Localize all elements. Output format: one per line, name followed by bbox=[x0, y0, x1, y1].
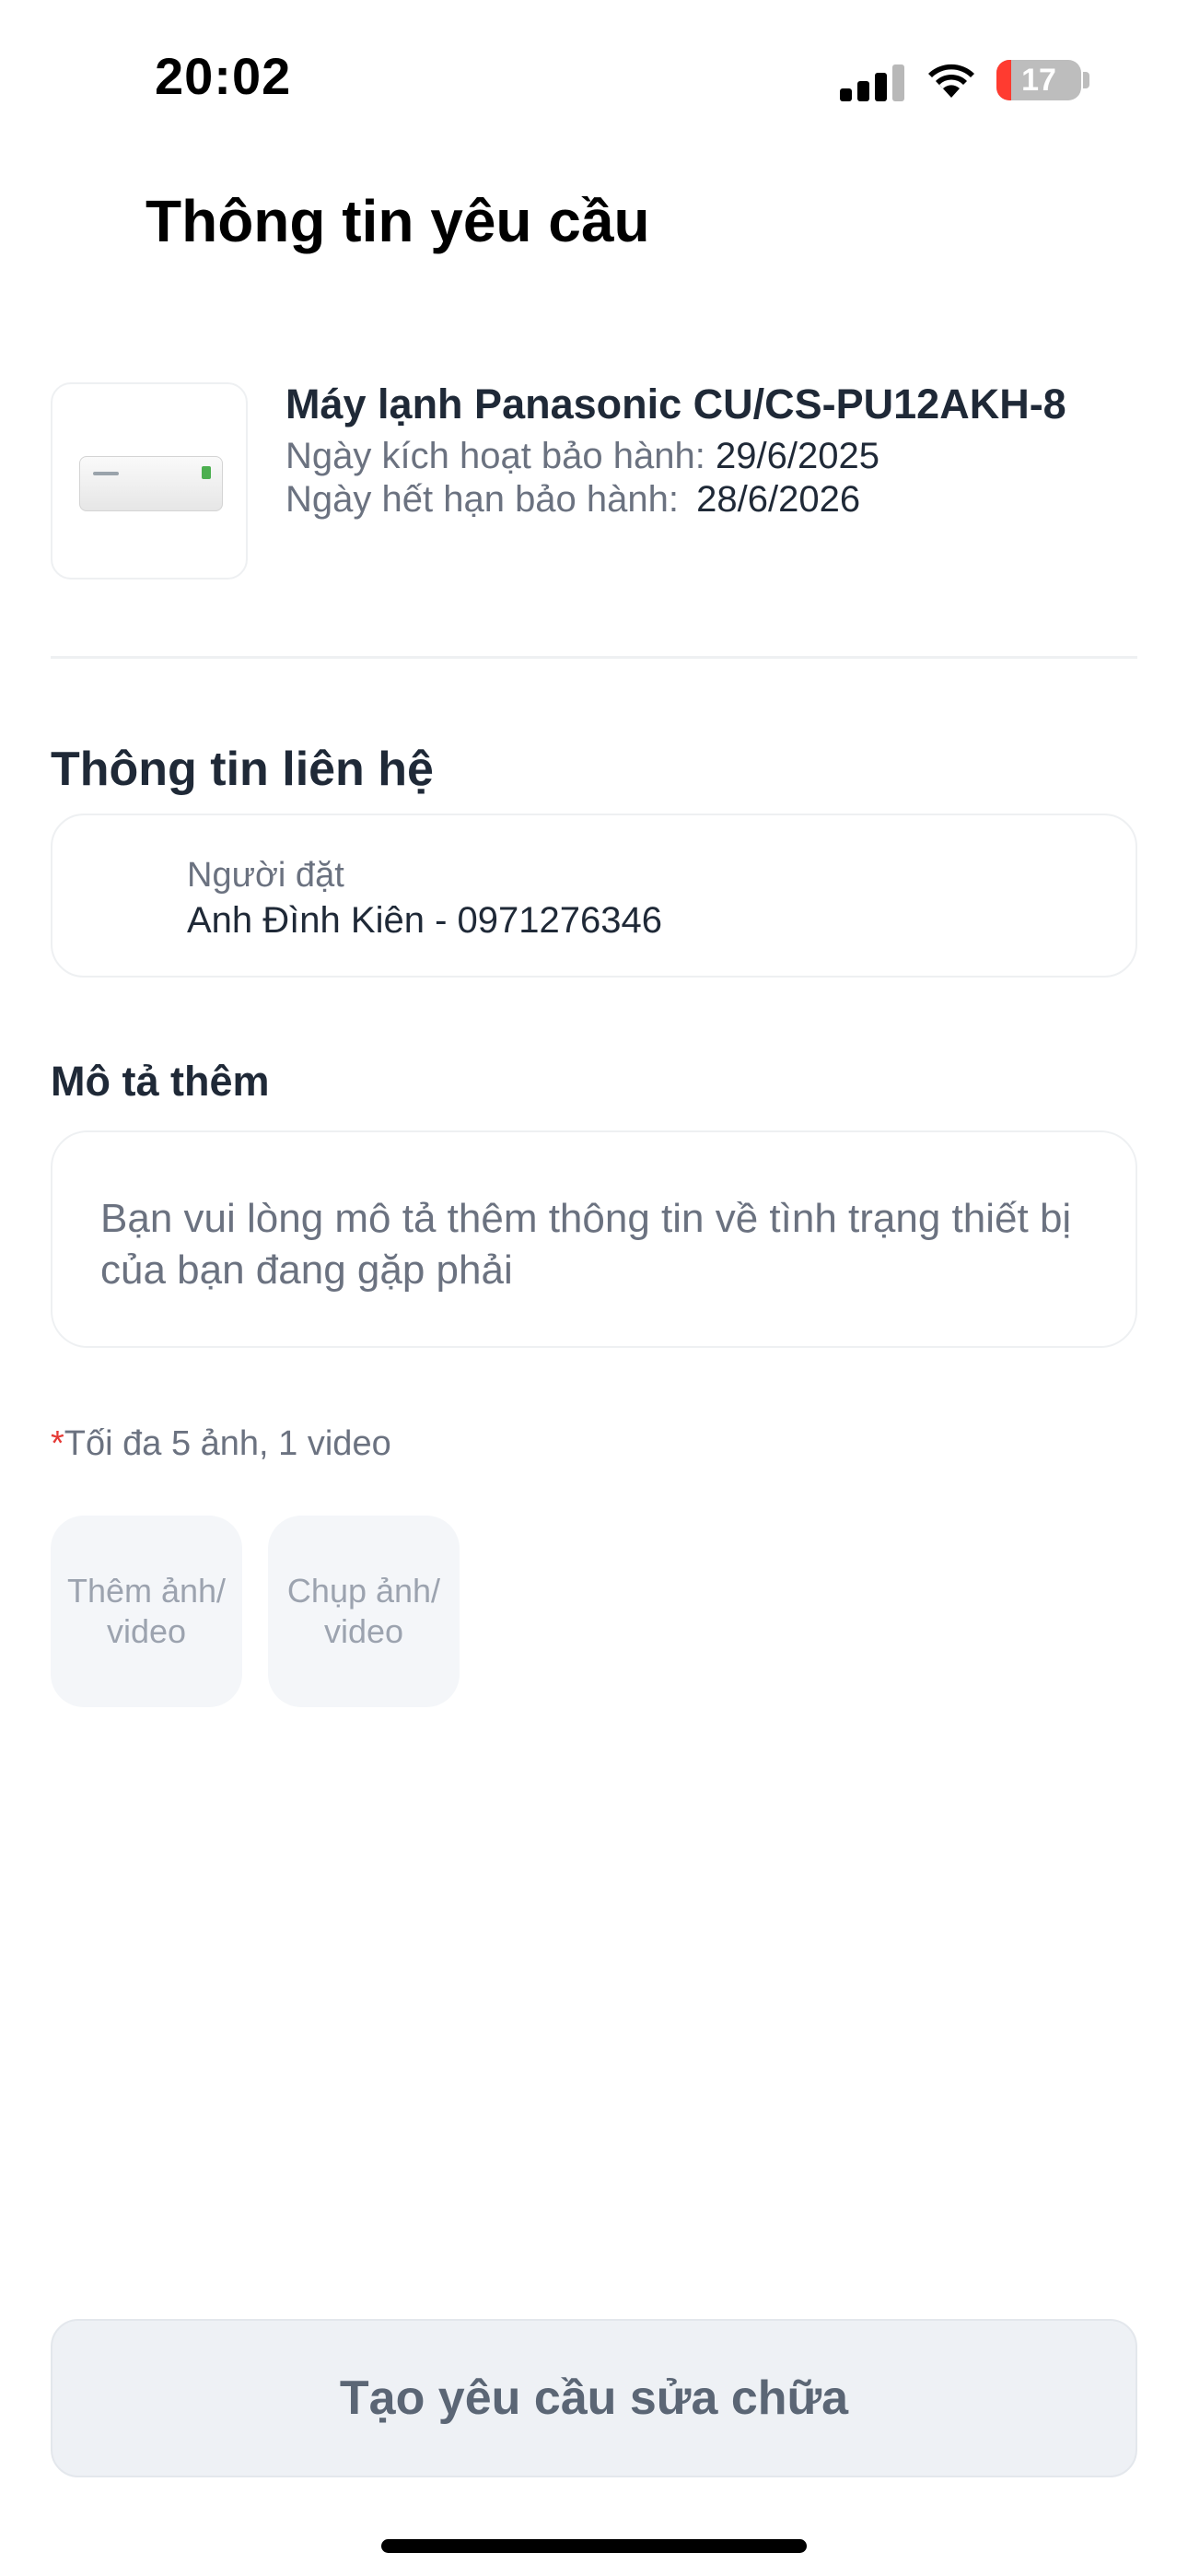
description-input[interactable] bbox=[100, 1193, 1077, 1322]
warranty-activation-date: 29/6/2025 bbox=[716, 436, 879, 476]
capture-media-button[interactable]: Chụp ảnh/ video bbox=[268, 1516, 460, 1707]
warranty-activation-label: Ngày kích hoạt bảo hành: bbox=[285, 436, 705, 476]
description-heading: Mô tả thêm bbox=[51, 1058, 270, 1105]
signal-icon bbox=[840, 63, 904, 101]
create-repair-request-label: Tạo yêu cầu sửa chữa bbox=[339, 2371, 849, 2425]
battery-icon: 17 bbox=[996, 60, 1081, 100]
capture-media-label: Chụp ảnh/ video bbox=[286, 1572, 441, 1650]
create-repair-request-button[interactable]: Tạo yêu cầu sửa chữa bbox=[51, 2319, 1137, 2477]
air-conditioner-image bbox=[79, 456, 223, 511]
contact-label: Người đặt bbox=[187, 856, 344, 895]
home-indicator bbox=[381, 2539, 807, 2553]
add-media-label: Thêm ảnh/ video bbox=[66, 1572, 227, 1650]
warranty-expiry-label: Ngày hết hạn bảo hành: bbox=[285, 479, 680, 520]
contact-card[interactable]: Người đặt Anh Đình Kiên - 0971276346 bbox=[51, 814, 1137, 978]
wifi-icon bbox=[923, 55, 980, 100]
status-time: 20:02 bbox=[155, 47, 292, 105]
divider bbox=[51, 656, 1137, 659]
product-name: Máy lạnh Panasonic CU/CS-PU12AKH-8 bbox=[285, 381, 1066, 427]
media-limit-note: *Tối đa 5 ảnh, 1 video bbox=[51, 1424, 391, 1464]
required-mark: * bbox=[51, 1424, 64, 1463]
add-media-button[interactable]: Thêm ảnh/ video bbox=[51, 1516, 242, 1707]
page-title: Thông tin yêu cầu bbox=[146, 188, 650, 254]
contact-heading: Thông tin liên hệ bbox=[51, 743, 434, 796]
battery-cap bbox=[1083, 72, 1089, 88]
battery-level: 17 bbox=[1021, 62, 1056, 98]
contact-value: Anh Đình Kiên - 0971276346 bbox=[187, 900, 662, 941]
warranty-activation: Ngày kích hoạt bảo hành: 29/6/2025 bbox=[285, 436, 879, 477]
media-limit-text: Tối đa 5 ảnh, 1 video bbox=[64, 1424, 391, 1463]
warranty-expiry-date: 28/6/2026 bbox=[696, 479, 861, 520]
product-image bbox=[51, 382, 248, 580]
description-box[interactable] bbox=[51, 1130, 1137, 1348]
warranty-expiry: Ngày hết hạn bảo hành: 28/6/2026 bbox=[285, 479, 860, 521]
